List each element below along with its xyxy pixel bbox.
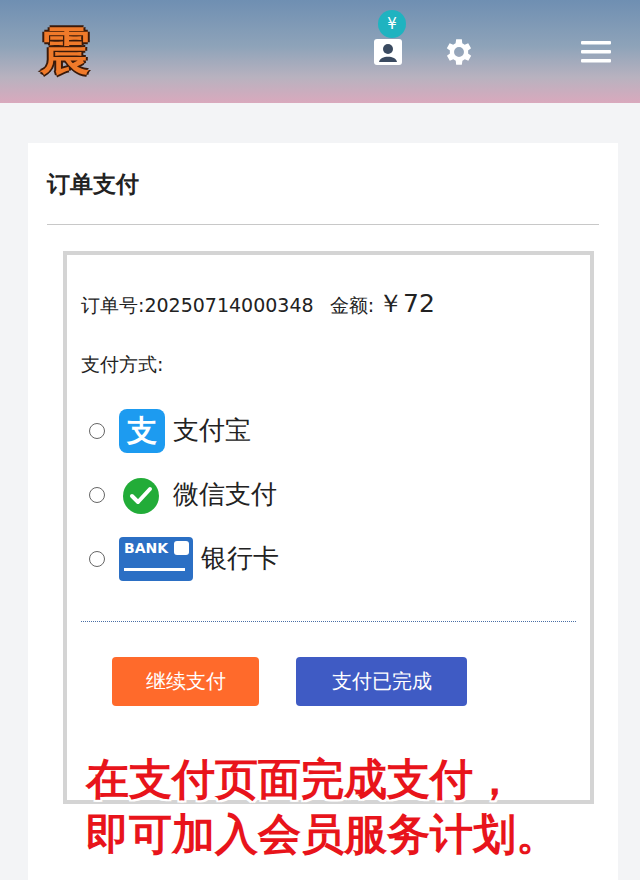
bank-card-icon: BANK (119, 537, 193, 581)
header-banner: 震¥ (0, 0, 640, 103)
divider (81, 621, 576, 622)
radio-button[interactable] (89, 551, 105, 567)
order-number: 订单号:20250714000348 (81, 288, 314, 322)
payment-method-option[interactable]: 支支付宝 (81, 409, 576, 453)
payment-method-name: 微信支付 (173, 479, 277, 510)
account-button[interactable]: ¥ (372, 36, 404, 68)
user-card-icon[interactable] (372, 36, 404, 68)
payment-method-option[interactable]: BANK 银行卡 (81, 537, 576, 581)
payment-page: 震¥订单支付订单号:20250714000348金额:￥72支付方式:支支付宝微… (0, 0, 640, 880)
action-button[interactable]: 支付已完成 (296, 657, 467, 706)
order-info: 订单号:20250714000348 金额:￥72 (81, 287, 576, 322)
action-button[interactable]: 继续支付 (112, 657, 259, 706)
amount-label: 金额: (330, 288, 374, 322)
payment-method-label: 支付方式: (81, 349, 576, 379)
page-title: 订单支付 (47, 143, 599, 225)
payment-method-name: 银行卡 (201, 543, 279, 574)
payment-method-name: 支付宝 (173, 415, 251, 446)
payment-box: 订单号:20250714000348 金额:￥72 支付方式: 支支付宝微信支付 BAN… (63, 251, 594, 804)
hamburger-menu-icon[interactable] (580, 39, 612, 65)
alipay-icon: 支 (119, 409, 165, 453)
radio-button[interactable] (89, 423, 105, 439)
payment-method-option[interactable]: 微信支付 (81, 473, 576, 517)
gear-icon[interactable] (442, 35, 476, 69)
site-logo[interactable]: 震 (40, 24, 90, 79)
wallet-badge: ¥ (378, 10, 406, 38)
radio-button[interactable] (89, 487, 105, 503)
wechat-pay-icon (119, 475, 165, 515)
video-caption: 在支付页面完成支付，即可加入会员服务计划。 (86, 752, 559, 862)
order-amount: ￥72 (378, 287, 435, 321)
